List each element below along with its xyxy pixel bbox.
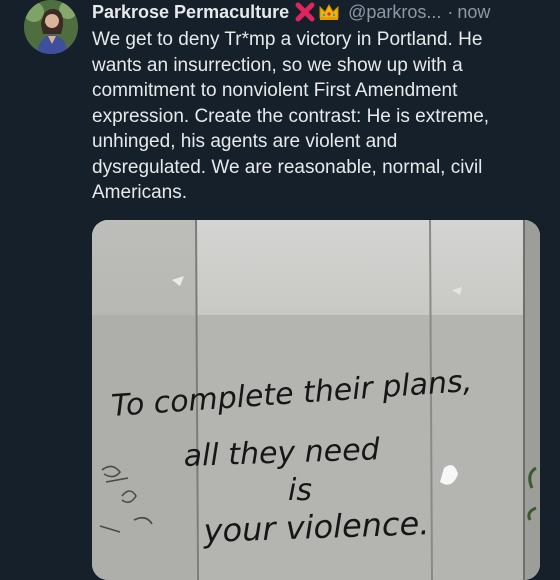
graffiti-line: your violence. (202, 504, 430, 550)
cross-mark-icon (295, 2, 315, 22)
display-name[interactable]: Parkrose Permaculture (92, 1, 289, 23)
timestamp[interactable]: now (457, 1, 490, 23)
tweet-text: We get to deny Tr*mp a victory in Portla… (92, 29, 490, 203)
graffiti-wall-photo: To complete their plans, all they need i… (92, 220, 540, 580)
graffiti-line: is (288, 473, 312, 508)
crown-icon (318, 2, 340, 22)
avatar-photo (24, 0, 78, 54)
user-handle[interactable]: @parkros... (348, 1, 441, 23)
separator-dot: · (447, 2, 454, 22)
tweet-header: Parkrose Permaculture @parkros... · now (92, 0, 550, 24)
avatar[interactable] (24, 0, 78, 54)
tweet-image[interactable]: To complete their plans, all they need i… (92, 220, 540, 580)
graffiti-line: all they need (183, 432, 381, 474)
